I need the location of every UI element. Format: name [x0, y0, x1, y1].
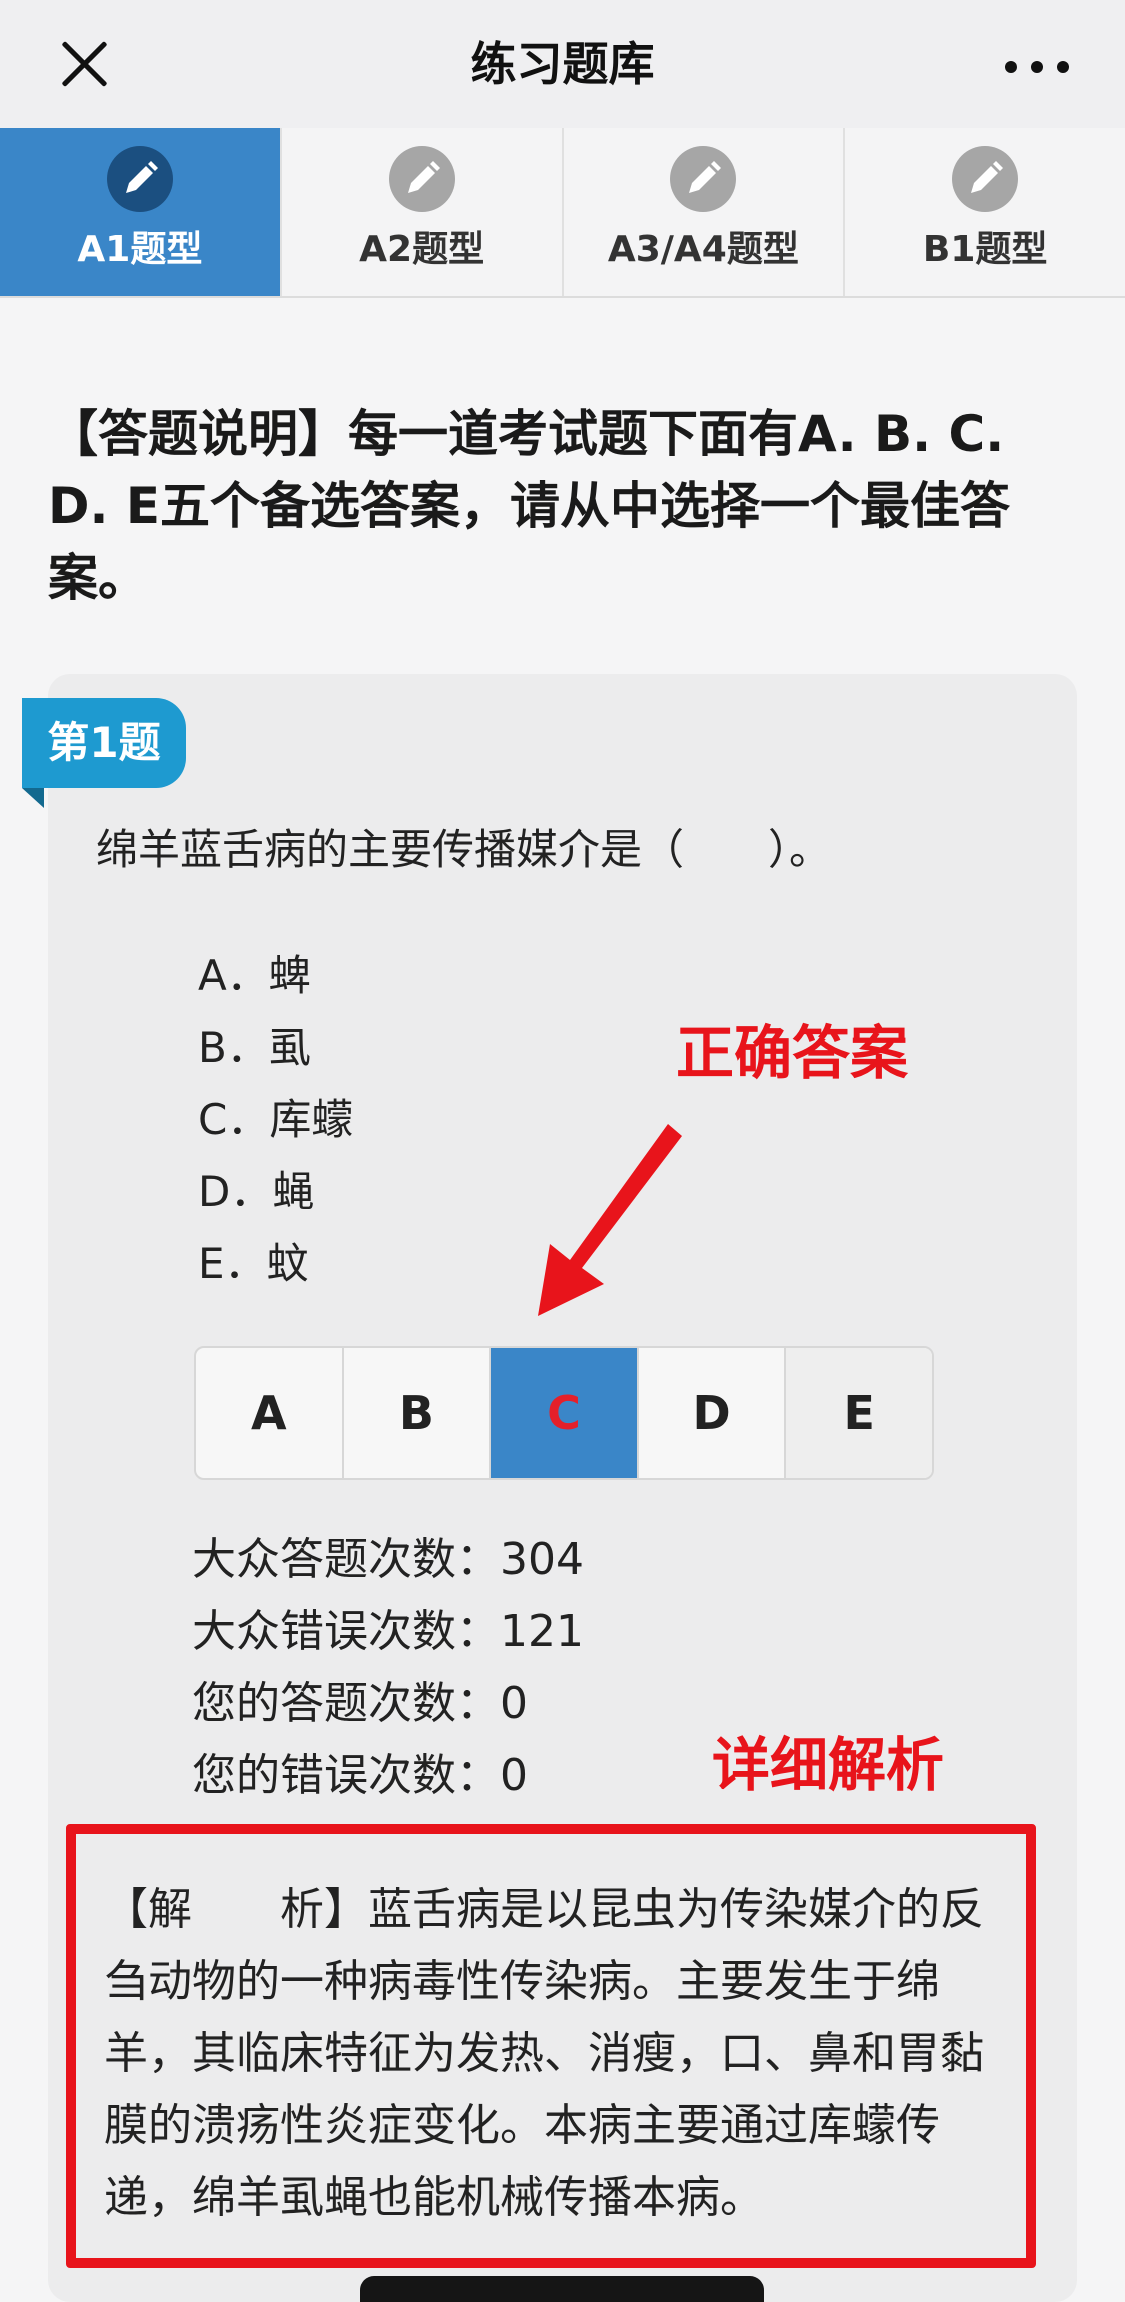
- pencil-icon: [952, 146, 1019, 212]
- pencil-icon: [106, 146, 173, 212]
- option-d: D．蝇: [198, 1167, 315, 1216]
- answer-instructions: 【答题说明】每一道考试题下面有A. B. C. D. E五个备选答案，请从中选择…: [48, 405, 1011, 607]
- answer-button-c[interactable]: C: [491, 1348, 639, 1478]
- question-number-badge: 第1题: [22, 698, 186, 788]
- bottom-button-edge[interactable]: [360, 2276, 764, 2302]
- option-list: A．蜱 B．虱 C．库蠓 D．蝇 E．蚊: [198, 940, 353, 1300]
- title-bar: 练习题库: [0, 0, 1125, 128]
- tab-a1[interactable]: A1题型: [0, 128, 282, 296]
- tab-b1[interactable]: B1题型: [845, 128, 1125, 296]
- more-icon[interactable]: [1001, 44, 1073, 84]
- detailed-analysis-annotation: 详细解析: [712, 1731, 945, 1799]
- page-title: 练习题库: [470, 37, 655, 91]
- option-b: B．虱: [198, 1023, 311, 1072]
- tab-a3-a4[interactable]: A3/A4题型: [564, 128, 846, 296]
- answer-button-d[interactable]: D: [639, 1348, 787, 1478]
- badge-fold: [22, 788, 44, 808]
- option-c: C．库蠓: [198, 1095, 354, 1144]
- your-error-count: 您的错误次数：0: [192, 1750, 528, 1801]
- red-arrow-icon: [538, 1124, 682, 1316]
- option-a: A．蜱: [198, 951, 311, 1000]
- answer-stats: 大众答题次数：304 大众错误次数：121 您的答题次数：0 您的错误次数：0: [192, 1524, 584, 1812]
- answer-button-b[interactable]: B: [344, 1348, 492, 1478]
- answer-selector: A B C D E: [194, 1346, 934, 1480]
- question-text: 绵羊蓝舌病的主要传播媒介是（ ）。: [96, 825, 832, 874]
- tab-label: A1题型: [77, 229, 203, 270]
- tab-label: B1题型: [922, 229, 1048, 270]
- pencil-icon: [670, 146, 737, 212]
- explanation-box: 【解 析】蓝舌病是以昆虫为传染媒介的反刍动物的一种病毒性传染病。主要发生于绵羊，…: [66, 1824, 1036, 2268]
- answer-button-a[interactable]: A: [196, 1348, 344, 1478]
- tab-label: A3/A4题型: [607, 229, 799, 270]
- option-e: E．蚊: [198, 1239, 309, 1288]
- answer-button-e[interactable]: E: [786, 1348, 932, 1478]
- public-answer-count: 大众答题次数：304: [192, 1534, 584, 1585]
- tab-label: A2题型: [359, 229, 485, 270]
- pencil-icon: [388, 146, 455, 212]
- public-error-count: 大众错误次数：121: [192, 1606, 584, 1657]
- correct-answer-annotation: 正确答案: [676, 1019, 909, 1087]
- tab-a2[interactable]: A2题型: [282, 128, 564, 296]
- close-icon[interactable]: [52, 32, 116, 96]
- your-answer-count: 您的答题次数：0: [192, 1678, 528, 1729]
- explanation-text: 【解 析】蓝舌病是以昆虫为传染媒介的反刍动物的一种病毒性传染病。主要发生于绵羊，…: [104, 1884, 984, 2223]
- question-type-tabs: A1题型 A2题型 A3/A4题型 B1题型: [0, 128, 1125, 298]
